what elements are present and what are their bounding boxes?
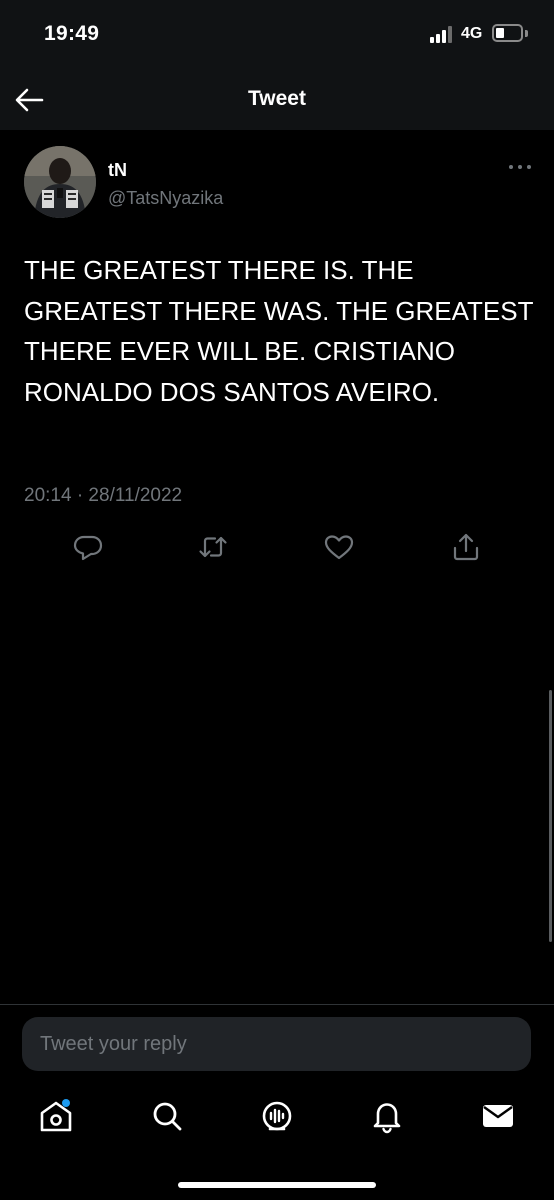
- battery-icon: [492, 24, 523, 42]
- user-handle[interactable]: @TatsNyazika: [108, 188, 223, 209]
- battery-nub: [525, 30, 528, 37]
- tweet-timestamp[interactable]: 20:14 · 28/11/2022: [24, 485, 182, 507]
- page-title: Tweet: [248, 87, 306, 110]
- reply-icon[interactable]: [71, 530, 105, 564]
- search-icon[interactable]: [147, 1096, 187, 1136]
- tweet-text: THE GREATEST THERE IS. THE GREATEST THER…: [24, 255, 534, 407]
- signal-strength-icon: [430, 25, 454, 43]
- reply-box[interactable]: [22, 1017, 531, 1071]
- notifications-icon[interactable]: [367, 1096, 407, 1136]
- top-bar: Tweet: [0, 70, 554, 130]
- reply-input[interactable]: [40, 1017, 510, 1071]
- like-icon[interactable]: [322, 530, 356, 564]
- tweet-author: tN @TatsNyazika: [24, 146, 534, 222]
- network-type: 4G: [461, 25, 483, 42]
- share-icon[interactable]: [449, 530, 483, 564]
- bottom-navigation: [0, 1090, 554, 1150]
- messages-icon[interactable]: [478, 1096, 518, 1136]
- scrollbar[interactable]: [549, 690, 552, 942]
- display-name[interactable]: tN: [108, 160, 127, 181]
- retweet-icon[interactable]: [196, 530, 230, 564]
- spaces-icon[interactable]: [257, 1096, 297, 1136]
- status-bar: 19:49 4G: [0, 0, 554, 70]
- tweet-actions: [0, 530, 554, 564]
- home-icon[interactable]: [36, 1096, 76, 1136]
- more-options-icon[interactable]: [508, 162, 534, 172]
- home-indicator: [178, 1182, 376, 1188]
- avatar[interactable]: [24, 146, 96, 218]
- status-time: 19:49: [44, 22, 100, 45]
